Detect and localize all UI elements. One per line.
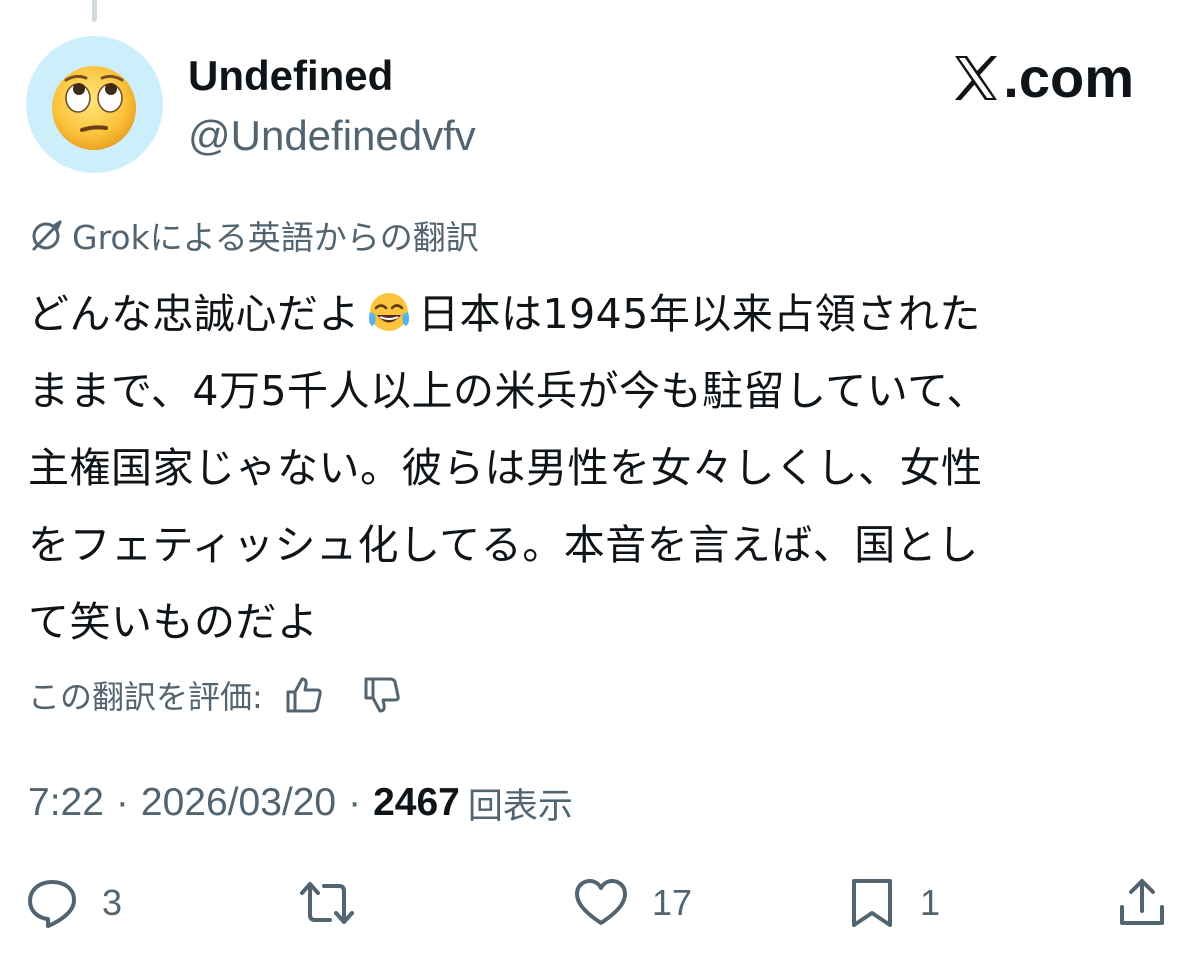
translation-note-label: Grokによる英語からの翻訳: [72, 218, 479, 257]
tweet-text-line: 主権国家じゃない。彼らは男性を女々しくし、女性: [28, 444, 983, 492]
bookmark-icon: [852, 879, 892, 927]
tweet-date[interactable]: 2026/03/20: [141, 781, 336, 825]
like-count: 17: [652, 882, 693, 923]
retweet-button[interactable]: [296, 870, 358, 936]
bookmark-button[interactable]: 1: [846, 870, 940, 936]
face-with-tears-of-joy-emoji-icon: [368, 293, 410, 331]
share-icon: [1120, 879, 1164, 925]
tweet-text-line: ままで、4万5千人以上の米兵が今も駐留していて、: [28, 367, 989, 415]
views-label: 回表示: [467, 786, 573, 827]
rate-translation-label: この翻訳を評価:: [28, 678, 263, 716]
tweet-meta: 7:22 · 2026/03/20 · 2467 回表示: [28, 776, 573, 830]
share-button[interactable]: [1114, 870, 1170, 936]
x-logo-icon: [955, 56, 998, 100]
rate-thumbs-up-button[interactable]: [277, 668, 331, 722]
heart-icon: [575, 879, 627, 925]
reply-button[interactable]: 3: [24, 870, 122, 936]
retweet-icon: [300, 882, 354, 924]
thread-connector-line: [92, 0, 97, 22]
thumbs-up-icon: [286, 677, 322, 713]
avatar[interactable]: [26, 36, 163, 173]
tweet-text: どんな忠誠心だよ 日本は1945年以来占領された ままで、4万5千人以上の米兵が…: [28, 276, 1178, 661]
tweet-text-segment: 日本は1945年以来占領された: [418, 290, 981, 338]
reply-count: 3: [102, 882, 123, 923]
meta-separator: ·: [115, 781, 129, 824]
tweet-text-line: をフェティッシュ化してる。本音を言えば、国とし: [28, 521, 979, 569]
reply-icon: [28, 880, 76, 928]
rate-translation: この翻訳を評価:: [28, 668, 409, 722]
author-handle[interactable]: @Undefinedvfv: [188, 110, 476, 162]
author-display-name[interactable]: Undefined: [188, 50, 393, 102]
tweet-text-segment: どんな忠誠心だよ: [28, 290, 360, 338]
meta-separator: ·: [348, 781, 362, 824]
like-button[interactable]: 17: [572, 870, 692, 936]
rate-thumbs-down-button[interactable]: [355, 668, 409, 722]
x-com-watermark: .com: [951, 46, 1134, 110]
translation-note: Grokによる英語からの翻訳: [28, 212, 479, 258]
thumbs-down-icon: [364, 677, 400, 713]
brand-domain-text: .com: [1003, 46, 1134, 109]
tweet-text-line: どんな忠誠心だよ 日本は1945年以来占領された: [28, 276, 1178, 353]
tweet-time[interactable]: 7:22: [28, 781, 104, 825]
bookmark-count: 1: [920, 882, 941, 923]
views-count[interactable]: 2467: [373, 781, 460, 825]
grok-icon: [32, 220, 62, 251]
tweet-text-line: て笑いものだよ: [28, 598, 319, 646]
face-with-rolling-eyes-emoji-icon: [52, 66, 136, 150]
